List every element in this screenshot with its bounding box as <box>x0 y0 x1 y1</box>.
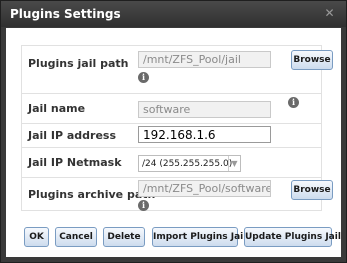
browse-archive-path-button[interactable]: Browse <box>291 180 333 200</box>
plugins-settings-dialog: Plugins Settings ✕ Plugins jail path /mn… <box>0 0 347 263</box>
row-plugins-jail-path: Plugins jail path /mnt/ZFS_Pool/jail Bro… <box>22 46 333 94</box>
jail-ip-address-label: Jail IP address <box>28 129 117 142</box>
browse-jail-path-button[interactable]: Browse <box>291 50 333 70</box>
row-plugins-archive-path: Plugins archive path /mnt/ZFS_Pool/softw… <box>22 178 333 212</box>
plugins-archive-path-label: Plugins archive path <box>28 188 156 201</box>
info-icon[interactable]: i <box>138 200 149 211</box>
info-icon[interactable]: i <box>288 97 299 108</box>
info-icon[interactable]: i <box>138 72 149 83</box>
import-plugins-jail-button[interactable]: Import Plugins Jail <box>152 227 246 247</box>
settings-form: Plugins jail path /mnt/ZFS_Pool/jail Bro… <box>21 45 333 212</box>
ok-button[interactable]: OK <box>24 227 49 247</box>
jail-ip-netmask-label: Jail IP Netmask <box>28 156 122 169</box>
plugins-archive-path-field[interactable]: /mnt/ZFS_Pool/software <box>138 180 271 197</box>
update-plugins-jail-button[interactable]: Update Plugins Jail <box>244 227 341 247</box>
dialog-content: Plugins jail path /mnt/ZFS_Pool/jail Bro… <box>6 28 341 257</box>
jail-ip-address-input[interactable]: 192.168.1.6 <box>138 126 271 143</box>
dialog-title: Plugins Settings <box>10 7 121 21</box>
plugins-jail-path-field[interactable]: /mnt/ZFS_Pool/jail <box>138 51 271 68</box>
delete-button[interactable]: Delete <box>103 227 145 247</box>
dialog-titlebar[interactable]: Plugins Settings ✕ <box>1 1 346 27</box>
plugins-jail-path-label: Plugins jail path <box>28 57 129 70</box>
chevron-down-icon[interactable]: ▼ <box>228 156 240 171</box>
row-jail-ip-address: Jail IP address 192.168.1.6 <box>22 124 321 148</box>
close-icon[interactable]: ✕ <box>323 7 336 20</box>
jail-name-field[interactable]: software <box>138 101 271 118</box>
row-jail-ip-netmask: Jail IP Netmask /24 (255.255.255.0) ▼ <box>22 148 321 178</box>
jail-ip-netmask-select[interactable]: /24 (255.255.255.0) ▼ <box>138 155 241 172</box>
row-jail-name: Jail name software i <box>22 94 321 124</box>
jail-name-label: Jail name <box>28 102 86 115</box>
netmask-selected-value: /24 (255.255.255.0) <box>142 159 233 169</box>
cancel-button[interactable]: Cancel <box>55 227 97 247</box>
